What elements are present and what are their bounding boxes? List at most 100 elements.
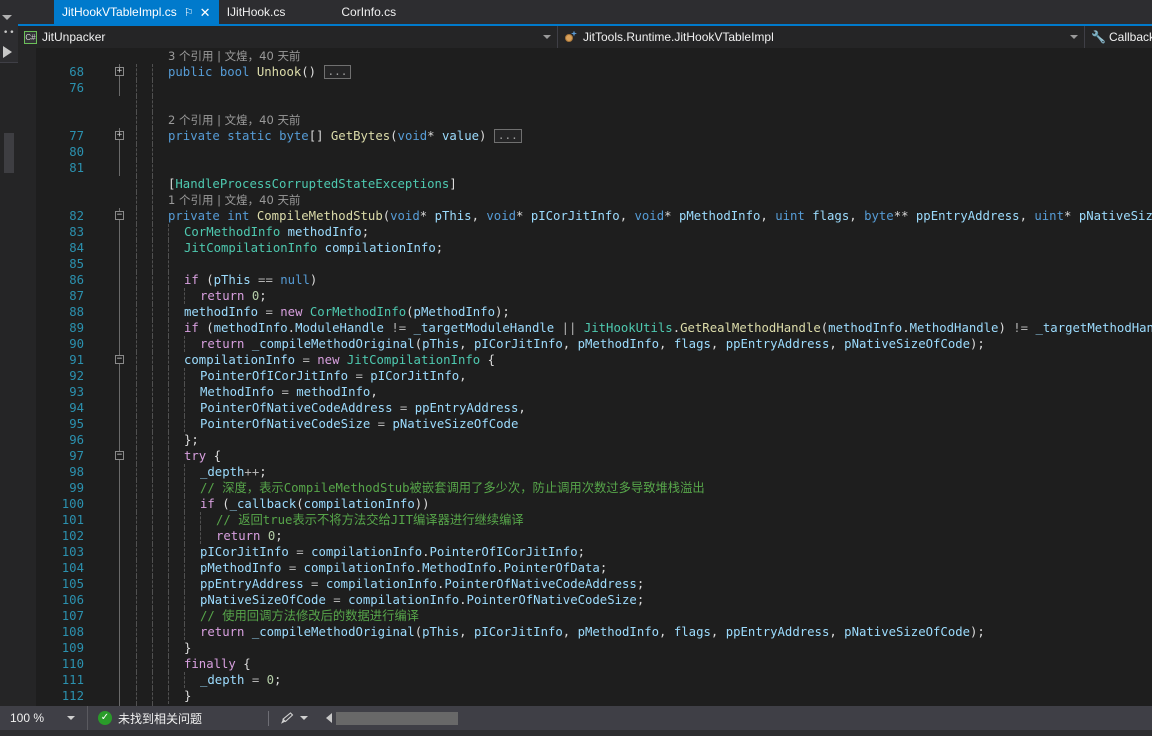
outline-margin[interactable]	[114, 288, 128, 304]
collapsed-block-ellipsis[interactable]: ...	[323, 65, 352, 79]
code-line[interactable]: 97 − try {	[36, 448, 1152, 464]
rail-chevron-down-icon[interactable]	[2, 15, 12, 20]
code-line[interactable]: 112}	[36, 688, 1152, 704]
code-line[interactable]: 80	[36, 144, 1152, 160]
outline-margin[interactable]	[114, 224, 128, 240]
collapse-icon[interactable]: −	[115, 211, 124, 220]
outline-margin[interactable]	[114, 656, 128, 672]
expand-icon[interactable]: +	[115, 67, 124, 76]
code-line[interactable]: 104 pMethodInfo = compilationInfo.MethodI…	[36, 560, 1152, 576]
outline-margin[interactable]: +	[114, 128, 128, 144]
code-line[interactable]: 87 return 0;	[36, 288, 1152, 304]
rail-lower-track[interactable]	[0, 63, 18, 706]
outline-margin[interactable]	[114, 272, 128, 288]
code-line[interactable]: 82− private int CompileMethodStub(void* p…	[36, 208, 1152, 224]
code-line[interactable]: 110 finally {	[36, 656, 1152, 672]
scroll-left-arrow-icon[interactable]	[326, 713, 332, 723]
outline-margin[interactable]	[114, 528, 128, 544]
code-line[interactable]: 103 pICorJitInfo = compilationInfo.Pointe…	[36, 544, 1152, 560]
outline-margin[interactable]	[114, 560, 128, 576]
code-line[interactable]	[36, 96, 1152, 112]
outline-margin[interactable]	[114, 608, 128, 624]
code-line[interactable]: 68 + public bool Unhook() ...	[36, 64, 1152, 80]
code-line[interactable]: 94 PointerOfNativeCodeAddress = ppEntryAd…	[36, 400, 1152, 416]
code-line[interactable]: 111 _depth = 0;	[36, 672, 1152, 688]
code-line[interactable]: 99 // 深度，表示CompileMethodStub被嵌套调用了多少次，防止调…	[36, 480, 1152, 496]
collapse-icon[interactable]: −	[115, 355, 124, 364]
outline-margin[interactable]: −	[114, 352, 128, 368]
outline-margin[interactable]	[114, 544, 128, 560]
code-editor[interactable]: 3 个引用 | 文煌，40 天前 68 + public bool Unhook() …	[18, 48, 1152, 706]
code-line[interactable]: 92 PointerOfICorJitInfo = pICorJitInfo,	[36, 368, 1152, 384]
code-line[interactable]: 90 return _compileMethodOriginal(pThis, p…	[36, 336, 1152, 352]
code-line[interactable]: 81	[36, 160, 1152, 176]
code-line[interactable]: 101 // 返回true表示不将方法交给JIT编译器进行继续编译	[36, 512, 1152, 528]
outline-margin[interactable]	[114, 400, 128, 416]
code-line[interactable]: 102 return 0;	[36, 528, 1152, 544]
outline-margin[interactable]	[114, 336, 128, 352]
collapse-icon[interactable]: −	[115, 451, 124, 460]
collapsed-block-ellipsis[interactable]: ...	[493, 129, 522, 143]
outline-margin[interactable]	[114, 512, 128, 528]
code-line[interactable]: 2 个引用 | 文煌，40 天前	[36, 112, 1152, 128]
code-line[interactable]: 107 // 使用回调方法修改后的数据进行编译	[36, 608, 1152, 624]
code-line[interactable]: 105 ppEntryAddress = compilationInfo.Poin…	[36, 576, 1152, 592]
code-line[interactable]: 76	[36, 80, 1152, 96]
rail-play-triangle-icon[interactable]	[3, 46, 12, 58]
outline-margin[interactable]	[114, 80, 128, 96]
horizontal-scroll-thumb[interactable]	[336, 711, 458, 725]
code-line[interactable]: 95 PointerOfNativeCodeSize = pNativeSizeO…	[36, 416, 1152, 432]
outline-margin[interactable]	[114, 384, 128, 400]
code-line[interactable]: 96};	[36, 432, 1152, 448]
outline-margin[interactable]	[114, 144, 128, 160]
expand-icon[interactable]: +	[115, 131, 124, 140]
navbar-type-cell[interactable]: JitTools.Runtime.JitHookVTableImpl	[558, 26, 1085, 48]
code-line[interactable]: 93 MethodInfo = methodInfo,	[36, 384, 1152, 400]
outline-margin[interactable]	[114, 480, 128, 496]
rail-overflow-dots-icon[interactable]: ••	[3, 28, 16, 38]
outline-margin[interactable]	[114, 304, 128, 320]
outline-margin[interactable]	[114, 240, 128, 256]
code-line[interactable]: 85	[36, 256, 1152, 272]
outline-margin[interactable]	[114, 416, 128, 432]
outline-margin[interactable]	[114, 432, 128, 448]
editor-tab-2[interactable]: CorInfo.cs	[333, 0, 445, 24]
rail-scroll-thumb[interactable]	[4, 133, 14, 173]
code-line[interactable]: 108 return _compileMethodOriginal(pThis, …	[36, 624, 1152, 640]
code-line[interactable]: 98 _depth++;	[36, 464, 1152, 480]
pin-icon[interactable]: ⚐	[184, 7, 194, 18]
outline-margin[interactable]	[114, 48, 128, 64]
code-line[interactable]: 100 if (_callback(compilationInfo))	[36, 496, 1152, 512]
editor-tab-1[interactable]: IJitHook.cs	[218, 0, 334, 24]
code-line[interactable]: 77 + private static byte[] GetBytes(void* …	[36, 128, 1152, 144]
outline-margin[interactable]	[114, 688, 128, 704]
outline-margin[interactable]	[114, 112, 128, 128]
outline-margin[interactable]	[114, 320, 128, 336]
code-text-area[interactable]: 3 个引用 | 文煌，40 天前 68 + public bool Unhook() …	[36, 48, 1152, 706]
outline-margin[interactable]	[114, 592, 128, 608]
outline-margin[interactable]	[114, 640, 128, 656]
zoom-chevron-down-icon[interactable]	[67, 716, 75, 720]
outline-margin[interactable]: +	[114, 64, 128, 80]
outline-margin[interactable]	[114, 464, 128, 480]
outline-margin[interactable]: −	[114, 208, 128, 224]
outline-margin[interactable]	[114, 256, 128, 272]
outline-margin[interactable]	[114, 192, 128, 208]
outline-margin[interactable]	[114, 624, 128, 640]
code-line[interactable]: [HandleProcessCorruptedStateExceptions]	[36, 176, 1152, 192]
outline-margin[interactable]	[114, 672, 128, 688]
code-line[interactable]: 1 个引用 | 文煌，40 天前	[36, 192, 1152, 208]
code-line[interactable]: 88 methodInfo = new CorMethodInfo(pMethod…	[36, 304, 1152, 320]
outline-margin[interactable]	[114, 96, 128, 112]
outline-margin[interactable]: −	[114, 448, 128, 464]
code-line[interactable]: 89 if (methodInfo.ModuleHandle != _target…	[36, 320, 1152, 336]
outline-margin[interactable]	[114, 496, 128, 512]
navbar-project-chevron-down-icon[interactable]	[543, 35, 551, 39]
editor-tab-0[interactable]: JitHookVTableImpl.cs ⚐ ✕	[54, 0, 219, 24]
zoom-level-control[interactable]: 100 %	[0, 706, 88, 730]
cleanup-chevron-down-icon[interactable]	[300, 716, 308, 720]
code-cleanup-control[interactable]	[279, 711, 308, 725]
code-line[interactable]: 106 pNativeSizeOfCode = compilationInfo.P…	[36, 592, 1152, 608]
navbar-project-cell[interactable]: C# JitUnpacker	[18, 26, 558, 48]
code-line[interactable]: 91 − compilationInfo = new JitCompilationI…	[36, 352, 1152, 368]
